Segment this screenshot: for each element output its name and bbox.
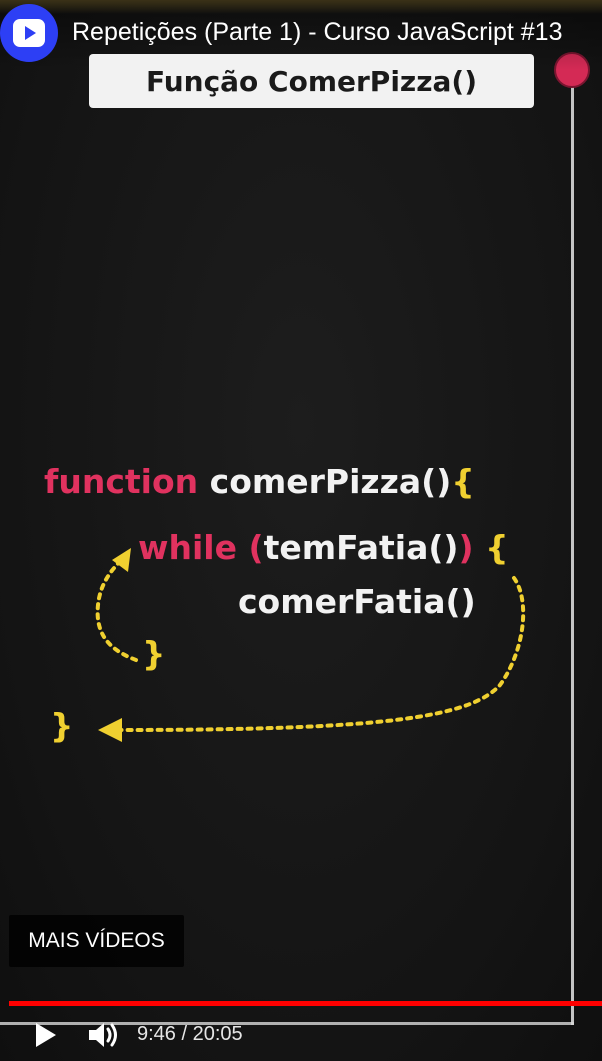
play-button[interactable] [28,1018,64,1052]
volume-button[interactable] [86,1018,122,1052]
time-total: 20:05 [192,1023,243,1045]
loop-arrows [95,548,526,742]
time-current: 9:46 [137,1023,176,1045]
volume-icon [89,1023,117,1047]
play-icon [36,1023,56,1047]
progress-fill [9,1001,602,1006]
loop-arrow-outer [118,576,526,732]
player-controls: 9:46 / 20:05 [0,1010,602,1061]
loop-arrowhead-outer-icon [98,718,122,742]
time-display: 9:46 / 20:05 [137,1023,243,1046]
more-videos-button[interactable]: MAIS VÍDEOS [9,915,184,967]
loop-arrow-inner [95,554,138,662]
progress-bar[interactable] [9,1001,602,1006]
time-separator: / [175,1023,193,1045]
